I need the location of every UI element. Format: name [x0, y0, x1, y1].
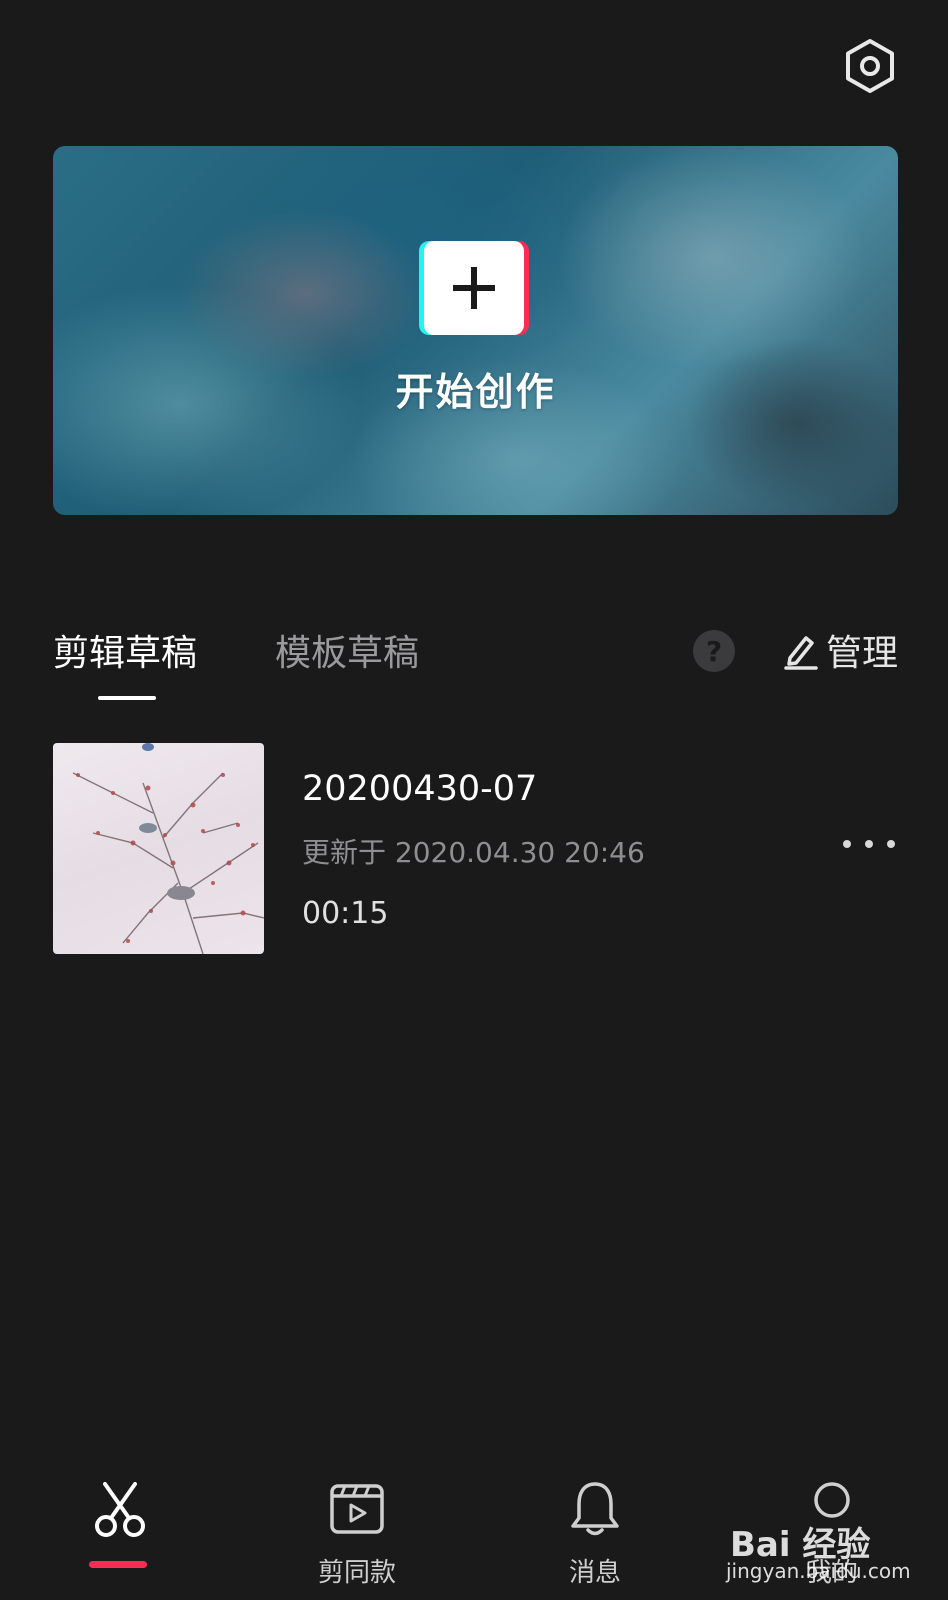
nav-messages[interactable]: 消息 [525, 1474, 665, 1588]
draft-thumbnail [53, 743, 264, 954]
tab-edit-drafts[interactable]: 剪辑草稿 [53, 624, 197, 676]
nav-template[interactable]: 剪同款 [287, 1474, 427, 1588]
nav-template-label: 剪同款 [317, 1558, 396, 1588]
draft-updated-time: 更新于 2020.04.30 20:46 [302, 836, 645, 869]
manage-button[interactable]: 管理 [784, 624, 898, 676]
draft-name: 20200430-07 [302, 769, 538, 809]
more-dot-icon [887, 840, 895, 848]
tab-active-indicator [98, 696, 156, 700]
nav-profile-label: 我的 [805, 1558, 858, 1588]
more-dot-icon [865, 840, 873, 848]
help-button[interactable]: ? [693, 630, 735, 672]
nav-profile[interactable]: 我的 [762, 1474, 902, 1588]
plus-icon [424, 241, 524, 335]
settings-hexagon-icon [846, 39, 894, 93]
edit-pencil-icon [784, 636, 818, 670]
more-dot-icon [843, 840, 851, 848]
scissors-icon [95, 1482, 145, 1537]
profile-icon [814, 1482, 850, 1518]
help-icon: ? [705, 634, 723, 668]
video-template-icon [330, 1484, 384, 1534]
draft-item[interactable]: 20200430-07 更新于 2020.04.30 20:46 00:15 [53, 743, 898, 955]
plus-button[interactable] [419, 241, 529, 335]
tab-template-drafts[interactable]: 模板草稿 [275, 624, 419, 676]
draft-duration: 00:15 [302, 896, 389, 931]
start-creation-card[interactable]: 开始创作 [53, 146, 898, 515]
start-creation-label: 开始创作 [395, 370, 556, 414]
manage-label: 管理 [826, 633, 899, 674]
nav-messages-label: 消息 [568, 1558, 621, 1588]
settings-button[interactable] [838, 34, 902, 98]
nav-active-indicator [89, 1561, 147, 1568]
more-options-button[interactable] [843, 829, 895, 859]
bell-icon [571, 1482, 619, 1536]
